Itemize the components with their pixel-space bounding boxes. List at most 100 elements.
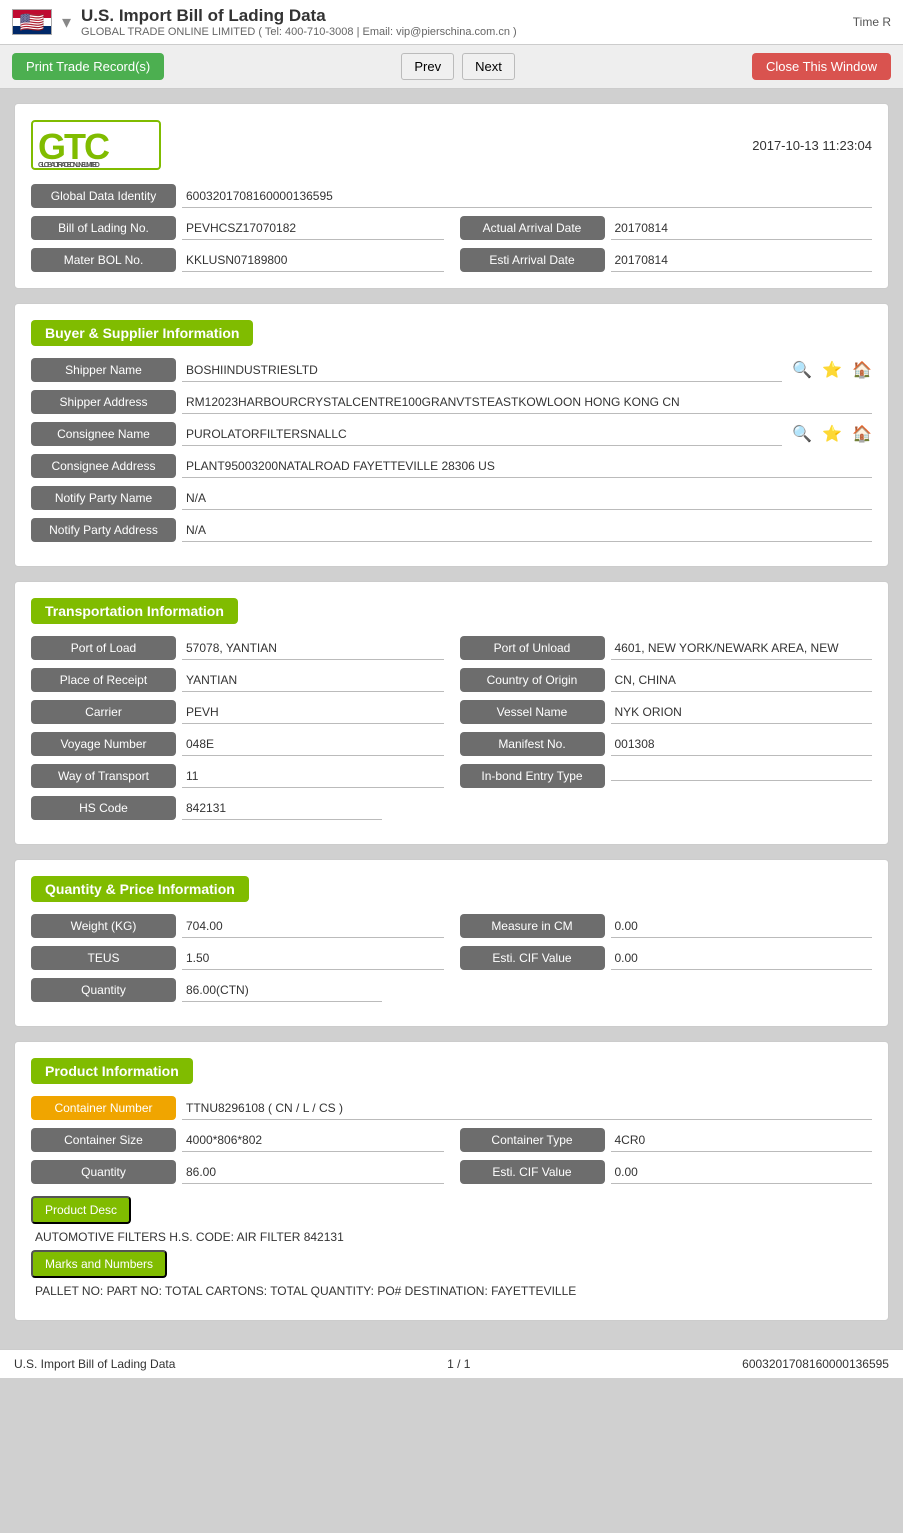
- buyer-supplier-header: Buyer & Supplier Information: [31, 320, 872, 358]
- notify-party-name-label: Notify Party Name: [31, 486, 176, 510]
- port-of-unload-value: 4601, NEW YORK/NEWARK AREA, NEW: [611, 637, 873, 660]
- main-content: GTC GLOBAL TRADE ONLINE LIMITED 2017-10-…: [0, 89, 903, 1349]
- consignee-star-icon[interactable]: ⭐: [822, 424, 842, 444]
- inbond-col: In-bond Entry Type: [460, 764, 873, 788]
- buyer-supplier-title: Buyer & Supplier Information: [31, 320, 253, 346]
- master-bol-value: KKLUSN07189800: [182, 249, 444, 272]
- container-size-col: Container Size 4000*806*802: [31, 1128, 444, 1152]
- country-of-origin-value: CN, CHINA: [611, 669, 873, 692]
- toolbar: Print Trade Record(s) Prev Next Close Th…: [0, 45, 903, 89]
- product-info-card: Product Information Container Number TTN…: [14, 1041, 889, 1321]
- esti-arrival-label: Esti Arrival Date: [460, 248, 605, 272]
- footer-bar: U.S. Import Bill of Lading Data 1 / 1 60…: [0, 1349, 903, 1378]
- flag-dropdown[interactable]: ▾: [62, 12, 71, 33]
- bol-row: Bill of Lading No. PEVHCSZ17070182 Actua…: [31, 216, 872, 240]
- esti-cif-value: 0.00: [611, 947, 873, 970]
- flag-icon: 🇺🇸: [12, 9, 52, 35]
- consignee-name-label: Consignee Name: [31, 422, 176, 446]
- logo-container: GTC GLOBAL TRADE ONLINE LIMITED: [31, 120, 161, 170]
- notify-party-name-value: N/A: [182, 487, 872, 510]
- product-quantity-label: Quantity: [31, 1160, 176, 1184]
- master-bol-label: Mater BOL No.: [31, 248, 176, 272]
- hs-code-row: HS Code 842131: [31, 796, 872, 820]
- container-size-label: Container Size: [31, 1128, 176, 1152]
- way-of-transport-value: 11: [182, 765, 444, 788]
- shipper-address-label: Shipper Address: [31, 390, 176, 414]
- way-of-transport-label: Way of Transport: [31, 764, 176, 788]
- footer-record-id: 6003201708160000136595: [742, 1357, 889, 1371]
- marks-and-numbers-button[interactable]: Marks and Numbers: [31, 1250, 167, 1278]
- quantity-label: Quantity: [31, 978, 176, 1002]
- app-subtitle: GLOBAL TRADE ONLINE LIMITED ( Tel: 400-7…: [81, 26, 843, 38]
- bol-value: PEVHCSZ17070182: [182, 217, 444, 240]
- product-cif-col: Esti. CIF Value 0.00: [460, 1160, 873, 1184]
- esti-cif-col: Esti. CIF Value 0.00: [460, 946, 873, 970]
- teus-cif-row: TEUS 1.50 Esti. CIF Value 0.00: [31, 946, 872, 970]
- footer-title: U.S. Import Bill of Lading Data: [14, 1357, 175, 1371]
- weight-label: Weight (KG): [31, 914, 176, 938]
- close-button[interactable]: Close This Window: [752, 53, 891, 80]
- measure-label: Measure in CM: [460, 914, 605, 938]
- svg-text:GLOBAL TRADE ONLINE LIMITED: GLOBAL TRADE ONLINE LIMITED: [38, 162, 100, 167]
- notify-party-address-row: Notify Party Address N/A: [31, 518, 872, 542]
- consignee-name-row: Consignee Name PUROLATORFILTERSNALLC 🔍 ⭐…: [31, 422, 872, 446]
- master-bol-col: Mater BOL No. KKLUSN07189800: [31, 248, 444, 272]
- marks-button-row: Marks and Numbers: [31, 1250, 872, 1284]
- product-info-title: Product Information: [31, 1058, 193, 1084]
- teus-label: TEUS: [31, 946, 176, 970]
- port-of-load-label: Port of Load: [31, 636, 176, 660]
- quantity-price-title: Quantity & Price Information: [31, 876, 249, 902]
- shipper-address-row: Shipper Address RM12023HARBOURCRYSTALCEN…: [31, 390, 872, 414]
- container-number-row: Container Number TTNU8296108 ( CN / L / …: [31, 1096, 872, 1120]
- consignee-home-icon[interactable]: 🏠: [852, 424, 872, 444]
- master-bol-row: Mater BOL No. KKLUSN07189800 Esti Arriva…: [31, 248, 872, 272]
- esti-cif-label: Esti. CIF Value: [460, 946, 605, 970]
- shipper-address-value: RM12023HARBOURCRYSTALCENTRE100GRANVTSTEA…: [182, 391, 872, 414]
- product-esti-cif-value: 0.00: [611, 1161, 873, 1184]
- voyage-col: Voyage Number 048E: [31, 732, 444, 756]
- global-data-identity-row: Global Data Identity 6003201708160000136…: [31, 184, 872, 208]
- weight-col: Weight (KG) 704.00: [31, 914, 444, 938]
- actual-arrival-label: Actual Arrival Date: [460, 216, 605, 240]
- manifest-col: Manifest No. 001308: [460, 732, 873, 756]
- transportation-card: Transportation Information Port of Load …: [14, 581, 889, 845]
- voyage-number-value: 048E: [182, 733, 444, 756]
- weight-measure-row: Weight (KG) 704.00 Measure in CM 0.00: [31, 914, 872, 938]
- port-of-unload-label: Port of Unload: [460, 636, 605, 660]
- container-number-label: Container Number: [31, 1096, 176, 1120]
- logo-card: GTC GLOBAL TRADE ONLINE LIMITED 2017-10-…: [14, 103, 889, 289]
- logo-image: GTC GLOBAL TRADE ONLINE LIMITED: [31, 120, 161, 170]
- global-data-identity-value: 6003201708160000136595: [182, 185, 872, 208]
- product-desc-button[interactable]: Product Desc: [31, 1196, 131, 1224]
- shipper-search-icon[interactable]: 🔍: [792, 360, 812, 380]
- place-of-receipt-value: YANTIAN: [182, 669, 444, 692]
- product-qty-col: Quantity 86.00: [31, 1160, 444, 1184]
- next-button[interactable]: Next: [462, 53, 515, 80]
- measure-col: Measure in CM 0.00: [460, 914, 873, 938]
- app-title: U.S. Import Bill of Lading Data: [81, 6, 843, 26]
- consignee-address-row: Consignee Address PLANT95003200NATALROAD…: [31, 454, 872, 478]
- port-load-unload-row: Port of Load 57078, YANTIAN Port of Unlo…: [31, 636, 872, 660]
- top-bar: 🇺🇸 ▾ U.S. Import Bill of Lading Data GLO…: [0, 0, 903, 45]
- quantity-price-card: Quantity & Price Information Weight (KG)…: [14, 859, 889, 1027]
- prev-button[interactable]: Prev: [401, 53, 454, 80]
- product-desc-button-row: Product Desc: [31, 1192, 872, 1230]
- quantity-row: Quantity 86.00(CTN): [31, 978, 872, 1002]
- weight-value: 704.00: [182, 915, 444, 938]
- svg-text:GTC: GTC: [38, 126, 110, 167]
- teus-col: TEUS 1.50: [31, 946, 444, 970]
- print-button[interactable]: Print Trade Record(s): [12, 53, 164, 80]
- time-label: Time R: [853, 15, 891, 29]
- app-title-block: U.S. Import Bill of Lading Data GLOBAL T…: [81, 6, 843, 38]
- actual-arrival-value: 20170814: [611, 217, 873, 240]
- quantity-value: 86.00(CTN): [182, 979, 382, 1002]
- consignee-address-label: Consignee Address: [31, 454, 176, 478]
- shipper-home-icon[interactable]: 🏠: [852, 360, 872, 380]
- shipper-star-icon[interactable]: ⭐: [822, 360, 842, 380]
- vessel-col: Vessel Name NYK ORION: [460, 700, 873, 724]
- notify-party-address-label: Notify Party Address: [31, 518, 176, 542]
- shipper-name-row: Shipper Name BOSHIINDUSTRIESLTD 🔍 ⭐ 🏠: [31, 358, 872, 382]
- consignee-search-icon[interactable]: 🔍: [792, 424, 812, 444]
- buyer-supplier-card: Buyer & Supplier Information Shipper Nam…: [14, 303, 889, 567]
- esti-arrival-col: Esti Arrival Date 20170814: [460, 248, 873, 272]
